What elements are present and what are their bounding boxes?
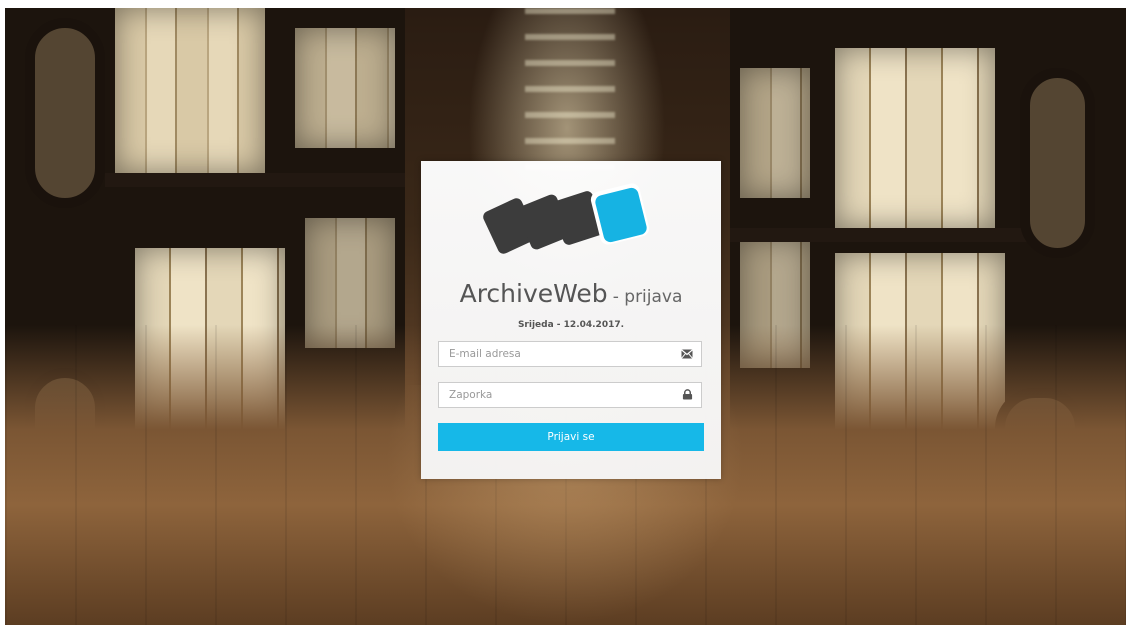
email-input[interactable]: [439, 342, 685, 366]
right-shelf-plank: [730, 228, 1030, 242]
right-books-upper: [835, 48, 995, 228]
app-title: ArchiveWeb: [459, 279, 608, 308]
current-date: Srijeda - 12.04.2017.: [517, 320, 625, 330]
left-books-upper: [115, 8, 265, 173]
envelope-icon: [681, 349, 693, 359]
right-rack-hole: [1020, 68, 1095, 258]
left-rack-hole: [25, 18, 105, 208]
login-page: ArchiveWeb - prijava Srijeda - 12.04.201…: [0, 0, 1126, 625]
login-button[interactable]: Prijavi se: [438, 423, 704, 451]
page-title: ArchiveWeb - prijava: [421, 279, 721, 308]
archiveweb-logo: [483, 183, 650, 254]
left-shelf-plank: [105, 173, 405, 187]
password-field[interactable]: [438, 382, 702, 408]
lock-icon: [682, 389, 693, 400]
password-input[interactable]: [439, 383, 685, 407]
app-subtitle: - prijava: [612, 287, 683, 307]
logo-tile-4: [590, 183, 650, 245]
email-field[interactable]: [438, 341, 702, 367]
right-books-far: [740, 68, 810, 198]
left-books-far: [295, 28, 395, 148]
login-card: ArchiveWeb - prijava Srijeda - 12.04.201…: [421, 161, 721, 479]
